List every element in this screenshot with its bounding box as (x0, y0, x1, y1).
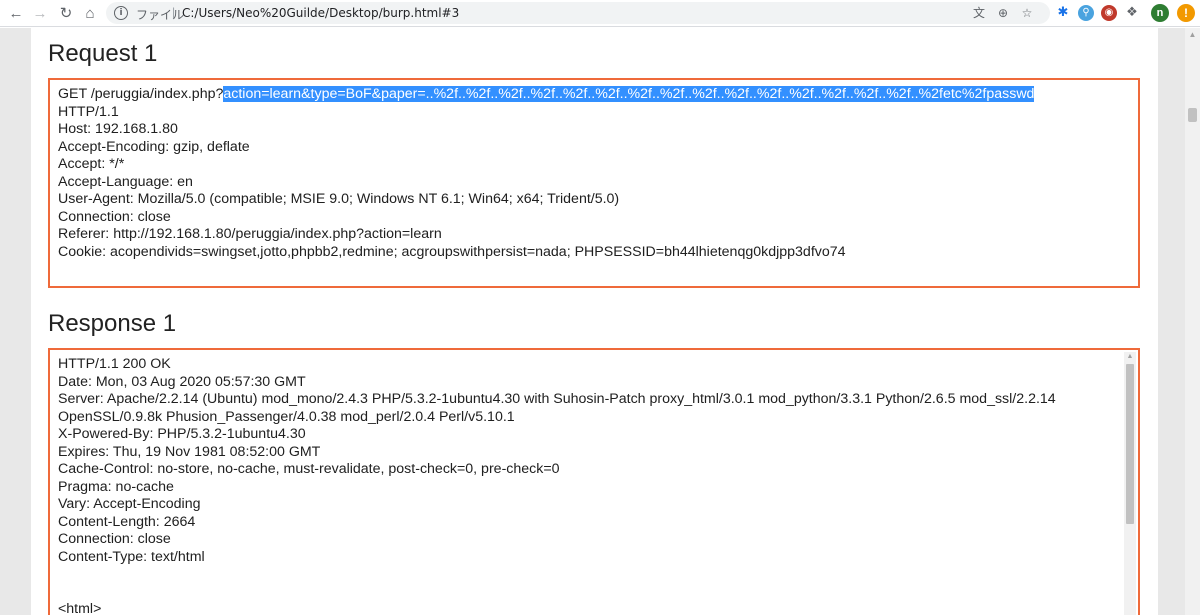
page-viewport: Request 1 GET /peruggia/index.php?action… (0, 28, 1200, 615)
response-title: Response 1 (48, 310, 177, 337)
request-header-line: Accept-Encoding: gzip, deflate (58, 138, 250, 155)
response-line: Vary: Accept-Encoding (58, 496, 201, 512)
extension-asterisk-icon[interactable]: ✱ (1055, 5, 1071, 21)
request-header-line: Accept-Language: en (58, 173, 193, 190)
window-scroll-up-icon[interactable]: ▲ (1185, 28, 1200, 42)
window-scrollbar[interactable]: ▲ (1185, 28, 1200, 615)
request-header-line: Accept: */* (58, 156, 125, 172)
response-line: OpenSSL/0.9.8k Phusion_Passenger/4.0.38 … (58, 408, 515, 425)
request-box[interactable]: GET /peruggia/index.php?action=learn&typ… (48, 78, 1140, 288)
translate-icon[interactable]: 文 (972, 6, 986, 20)
back-arrow-icon[interactable]: ← (6, 3, 26, 23)
home-icon[interactable]: ⌂ (80, 3, 100, 23)
request-header-line: Connection: close (58, 208, 171, 225)
browser-toolbar: ← → ↻ ⌂ i ファイル | C:/Users/Neo%20Guilde/D… (0, 0, 1200, 27)
scheme-label: ファイル (136, 8, 185, 22)
request-header-line: Referer: http://192.168.1.80/peruggia/in… (58, 226, 442, 242)
forward-arrow-icon[interactable]: → (30, 3, 50, 23)
response-line: <html> (58, 601, 102, 615)
request-header-line: User-Agent: Mozilla/5.0 (compatible; MSI… (58, 191, 620, 207)
update-badge[interactable]: ! (1177, 4, 1195, 22)
response-box[interactable]: HTTP/1.1 200 OK Date: Mon, 03 Aug 2020 05… (48, 348, 1140, 615)
avatar[interactable]: n (1151, 4, 1169, 22)
window-scroll-thumb[interactable] (1188, 108, 1197, 122)
response-line: Server: Apache/2.2.14 (Ubuntu) mod_mono/… (58, 391, 1056, 407)
response-line: Pragma: no-cache (58, 478, 174, 495)
reload-icon[interactable]: ↻ (56, 3, 76, 23)
response-line: Content-Length: 2664 (58, 513, 196, 530)
info-icon[interactable]: i (114, 6, 128, 20)
request-header-line: HTTP/1.1 (58, 103, 119, 120)
request-line-prefix: GET /peruggia/index.php? (58, 86, 224, 102)
puzzle-icon[interactable]: ❖ (1124, 5, 1140, 21)
request-text[interactable]: GET /peruggia/index.php?action=learn&typ… (50, 80, 1138, 261)
page-content: Request 1 GET /peruggia/index.php?action… (31, 28, 1158, 615)
response-line: Content-Type: text/html (58, 548, 205, 565)
zoom-icon[interactable]: ⊕ (996, 6, 1010, 20)
scheme-separator: | (172, 5, 176, 19)
response-line: X-Powered-By: PHP/5.3.2-1ubuntu4.30 (58, 426, 306, 442)
response-scroll-thumb[interactable] (1126, 364, 1134, 524)
star-icon[interactable]: ☆ (1020, 6, 1034, 20)
address-bar[interactable]: i ファイル | C:/Users/Neo%20Guilde/Desktop/b… (106, 2, 1050, 24)
extension-search-icon[interactable]: ⚲ (1078, 5, 1094, 21)
url-text[interactable]: C:/Users/Neo%20Guilde/Desktop/burp.html#… (182, 6, 459, 20)
response-line: HTTP/1.1 200 OK (58, 356, 171, 372)
response-line: Connection: close (58, 531, 171, 547)
response-line (58, 584, 1138, 602)
scroll-up-icon[interactable]: ▲ (1124, 352, 1136, 362)
selected-query-string: action=learn&type=BoF&paper=..%2f..%2f..… (223, 86, 1035, 102)
response-text[interactable]: HTTP/1.1 200 OK Date: Mon, 03 Aug 2020 05… (50, 350, 1138, 615)
request-title: Request 1 (48, 40, 158, 67)
request-header-line: Cookie: acopendivids=swingset,jotto,phpb… (58, 243, 846, 260)
response-scrollbar[interactable]: ▲ (1124, 352, 1136, 615)
extension-round-icon[interactable]: ◉ (1101, 5, 1117, 21)
response-line (58, 566, 1138, 584)
response-line: Expires: Thu, 19 Nov 1981 08:52:00 GMT (58, 443, 321, 460)
response-line: Date: Mon, 03 Aug 2020 05:57:30 GMT (58, 373, 306, 390)
request-header-line: Host: 192.168.1.80 (58, 121, 178, 137)
response-line: Cache-Control: no-store, no-cache, must-… (58, 461, 560, 477)
